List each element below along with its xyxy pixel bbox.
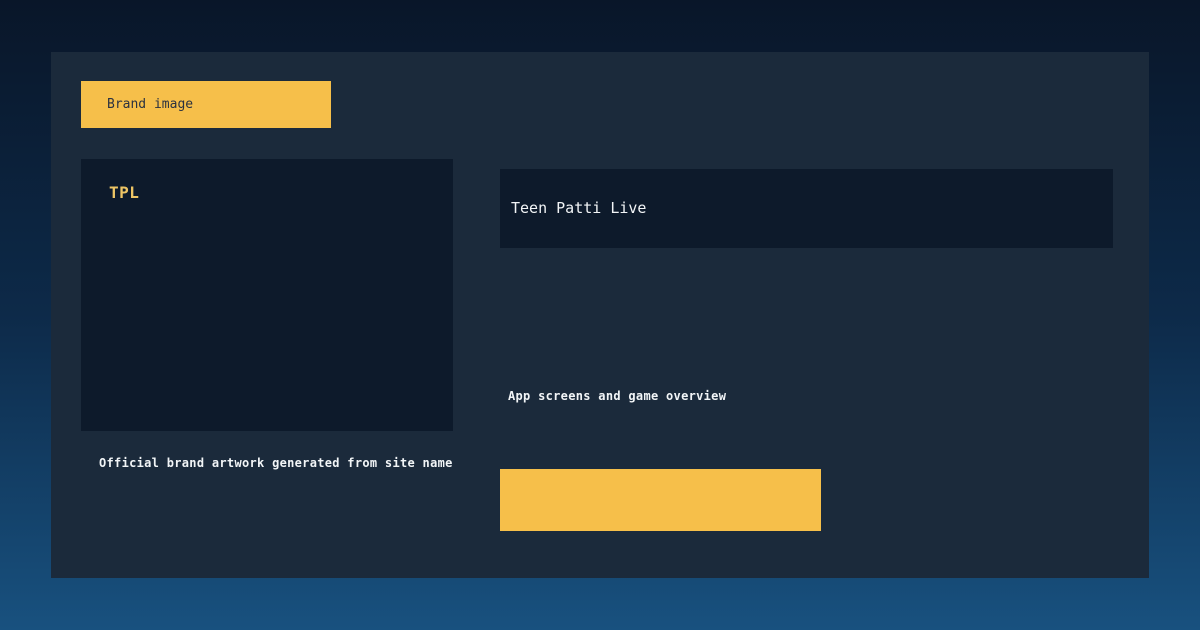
title-bar: Teen Patti Live <box>500 169 1113 248</box>
cta-bar[interactable] <box>500 469 821 531</box>
page-background: Brand image TPL Official brand artwork g… <box>0 0 1200 630</box>
brand-image-badge: Brand image <box>81 81 331 128</box>
brand-monogram: TPL <box>109 183 139 202</box>
card-panel: Brand image TPL Official brand artwork g… <box>51 52 1149 578</box>
brand-image-badge-label: Brand image <box>107 98 193 111</box>
overview-subtitle: App screens and game overview <box>508 389 726 403</box>
page-title: Teen Patti Live <box>511 201 646 216</box>
artwork-caption: Official brand artwork generated from si… <box>99 456 453 470</box>
brand-artwork-box: TPL <box>81 159 453 431</box>
